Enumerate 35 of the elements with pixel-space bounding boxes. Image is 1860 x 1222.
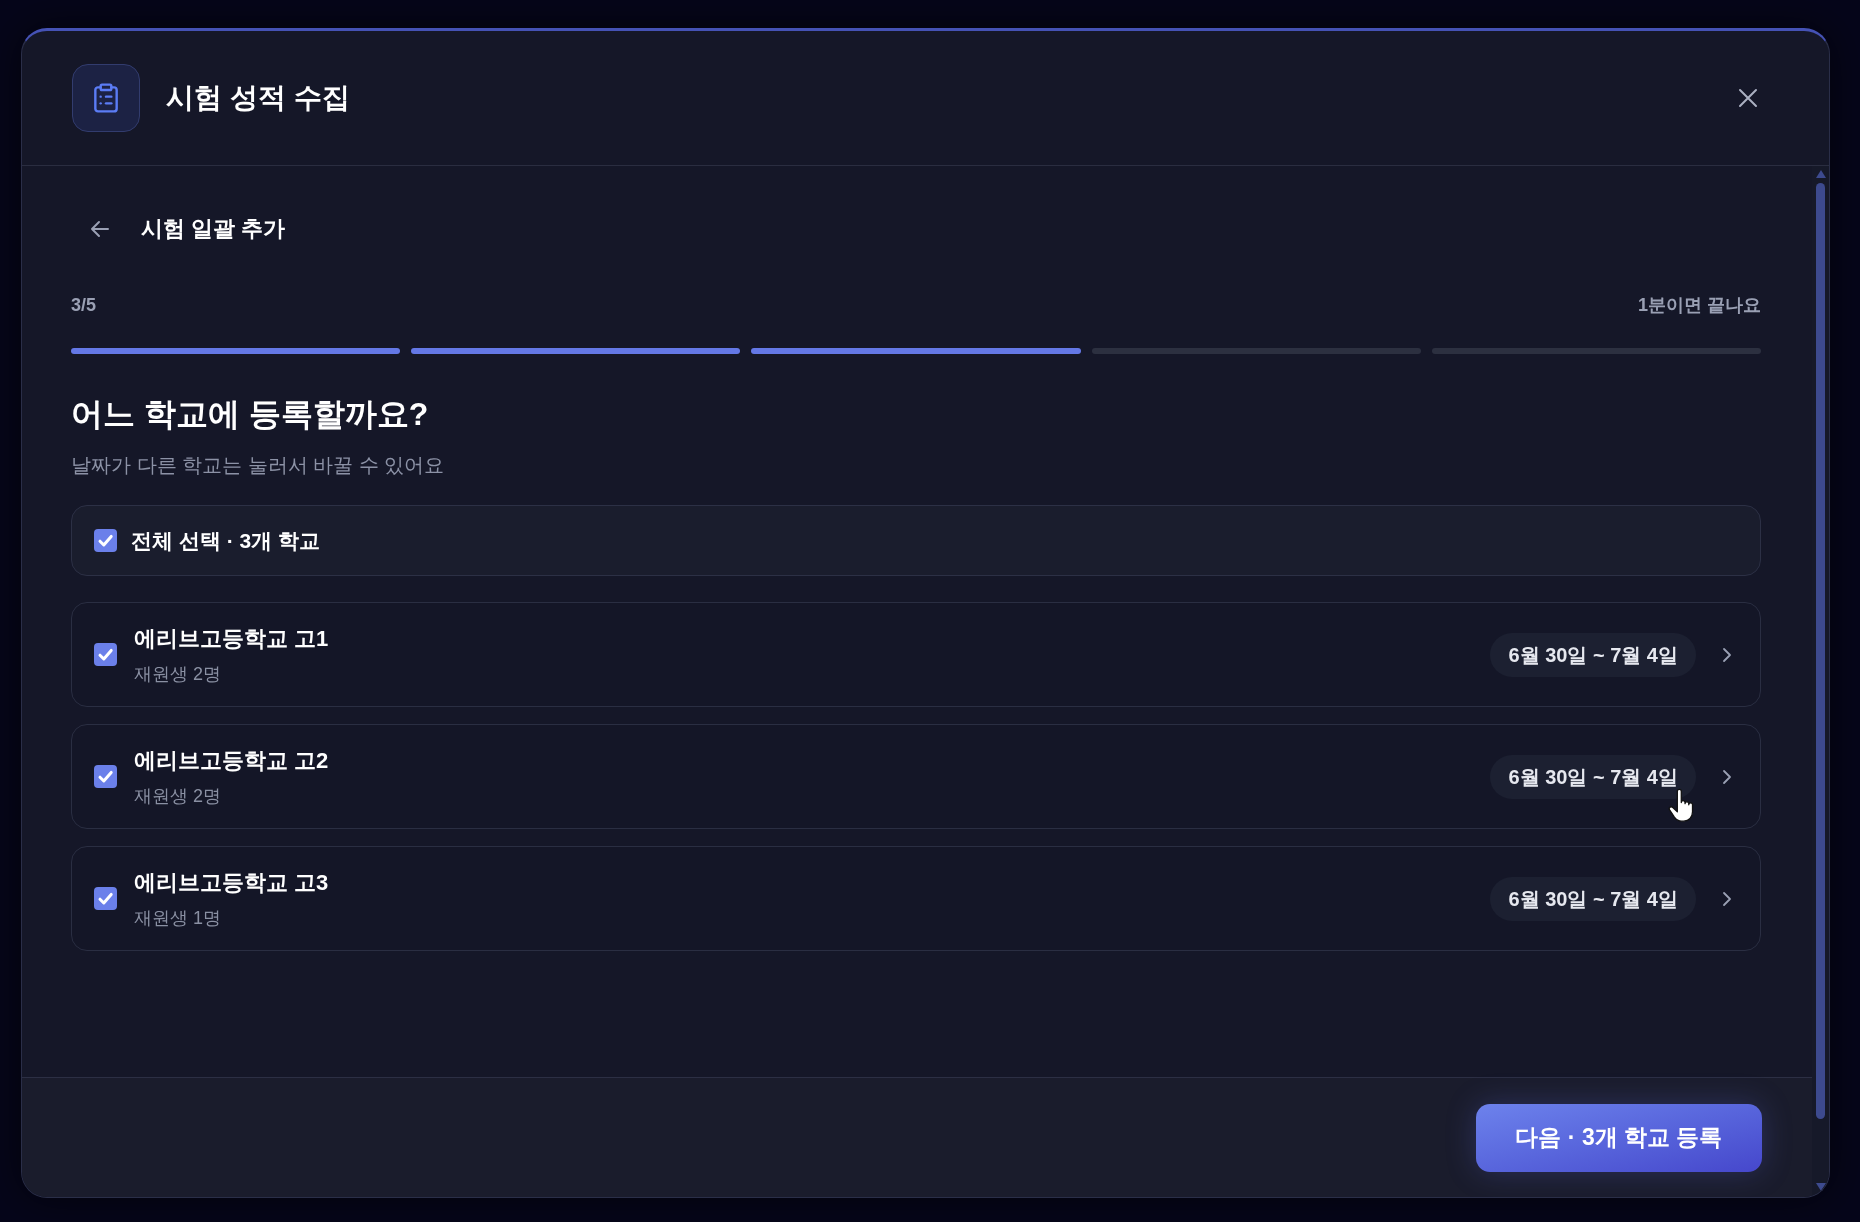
- checkbox[interactable]: [94, 887, 117, 910]
- scroll-down-arrow-icon[interactable]: [1815, 1183, 1826, 1191]
- date-range-button[interactable]: 6월 30일 ~ 7월 4일: [1490, 876, 1696, 921]
- next-button[interactable]: 다음 · 3개 학교 등록: [1476, 1103, 1762, 1172]
- step-counter: 3/5: [71, 294, 97, 317]
- school-row[interactable]: 에리브고등학교 고3 재원생 1명 6월 30일 ~ 7월 4일: [71, 846, 1761, 951]
- hand-cursor-icon: [1668, 788, 1696, 824]
- question-description: 날짜가 다른 학교는 눌러서 바꿀 수 있어요: [71, 453, 446, 478]
- school-row[interactable]: 에리브고등학교 고1 재원생 2명 6월 30일 ~ 7월 4일: [71, 602, 1761, 707]
- close-icon: [1737, 87, 1759, 109]
- date-range-button[interactable]: 6월 30일 ~ 7월 4일: [1490, 632, 1696, 677]
- chevron-right-icon: [1722, 646, 1732, 663]
- school-row[interactable]: 에리브고등학교 고2 재원생 2명 6월 30일 ~ 7월 4일: [71, 724, 1761, 829]
- chevron-right-icon: [1722, 890, 1732, 907]
- school-name: 에리브고등학교 고2: [134, 746, 329, 775]
- window-title: 시험 성적 수집: [166, 81, 350, 115]
- select-all-label: 전체 선택 · 3개 학교: [131, 527, 320, 554]
- back-button[interactable]: [89, 218, 111, 240]
- checkbox[interactable]: [94, 529, 117, 552]
- student-count: 재원생 1명: [134, 906, 222, 930]
- checkbox[interactable]: [94, 643, 117, 666]
- date-range-button[interactable]: 6월 30일 ~ 7월 4일: [1490, 754, 1696, 799]
- checkbox[interactable]: [94, 765, 117, 788]
- close-button[interactable]: [1737, 87, 1759, 109]
- arrow-left-icon: [89, 218, 111, 240]
- school-name: 에리브고등학교 고1: [134, 624, 329, 653]
- question-heading: 어느 학교에 등록할까요?: [71, 395, 430, 434]
- select-all-row[interactable]: 전체 선택 · 3개 학교: [71, 505, 1761, 576]
- time-hint: 1분이면 끝나요: [1638, 294, 1761, 317]
- page-title: 시험 일괄 추가: [141, 215, 286, 243]
- student-count: 재원생 2명: [134, 784, 222, 808]
- school-name: 에리브고등학교 고3: [134, 868, 329, 897]
- student-count: 재원생 2명: [134, 662, 222, 686]
- chevron-right-icon: [1722, 768, 1732, 785]
- clipboard-icon: [72, 64, 140, 132]
